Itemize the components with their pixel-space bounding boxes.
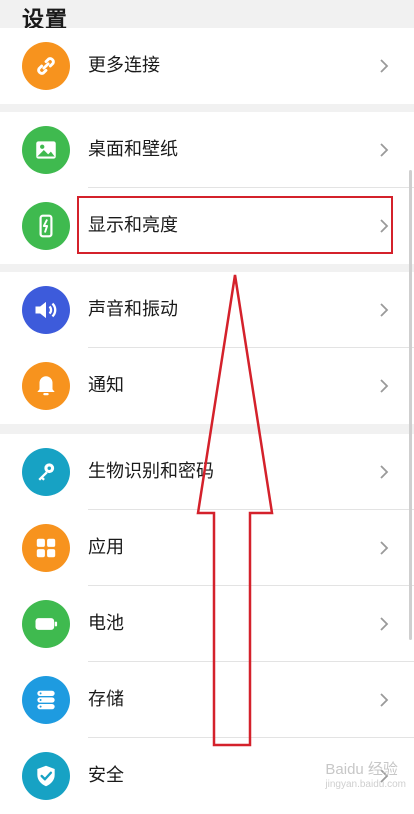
apps-grid-icon	[22, 524, 70, 572]
settings-item-label: 存储	[88, 689, 124, 710]
chevron-right-icon	[380, 617, 389, 631]
settings-item-label: 通知	[88, 375, 124, 396]
wallpaper-icon	[22, 126, 70, 174]
scrollbar[interactable]	[409, 170, 412, 640]
key-icon	[22, 448, 70, 496]
settings-item-label: 更多连接	[88, 55, 160, 76]
chevron-right-icon	[380, 465, 389, 479]
chevron-right-icon	[380, 693, 389, 707]
bell-icon	[22, 362, 70, 410]
chevron-right-icon	[380, 541, 389, 555]
display-brightness-icon	[22, 202, 70, 250]
settings-item-wallpaper[interactable]: 桌面和壁纸	[0, 112, 414, 188]
settings-group-connections: 更多连接	[0, 28, 414, 104]
settings-item-label: 声音和振动	[88, 299, 178, 320]
chevron-right-icon	[380, 303, 389, 317]
battery-icon	[22, 600, 70, 648]
storage-icon	[22, 676, 70, 724]
chevron-right-icon	[380, 59, 389, 73]
chevron-right-icon	[380, 379, 389, 393]
watermark-text: Baidu 经验	[325, 761, 398, 778]
shield-icon	[22, 752, 70, 800]
watermark-subtext: jingyan.baidu.com	[325, 779, 406, 790]
watermark: Baidu 经验 jingyan.baidu.com	[325, 758, 406, 790]
settings-item-more-connections[interactable]: 更多连接	[0, 28, 414, 104]
arrow-up-annotation	[196, 274, 274, 747]
settings-item-label: 电池	[88, 613, 124, 634]
settings-item-label: 安全	[88, 765, 124, 786]
highlight-box	[77, 196, 393, 254]
settings-item-label: 桌面和壁纸	[88, 139, 178, 160]
speaker-icon	[22, 286, 70, 334]
chevron-right-icon	[380, 143, 389, 157]
link-icon	[22, 42, 70, 90]
settings-item-label: 应用	[88, 537, 124, 558]
